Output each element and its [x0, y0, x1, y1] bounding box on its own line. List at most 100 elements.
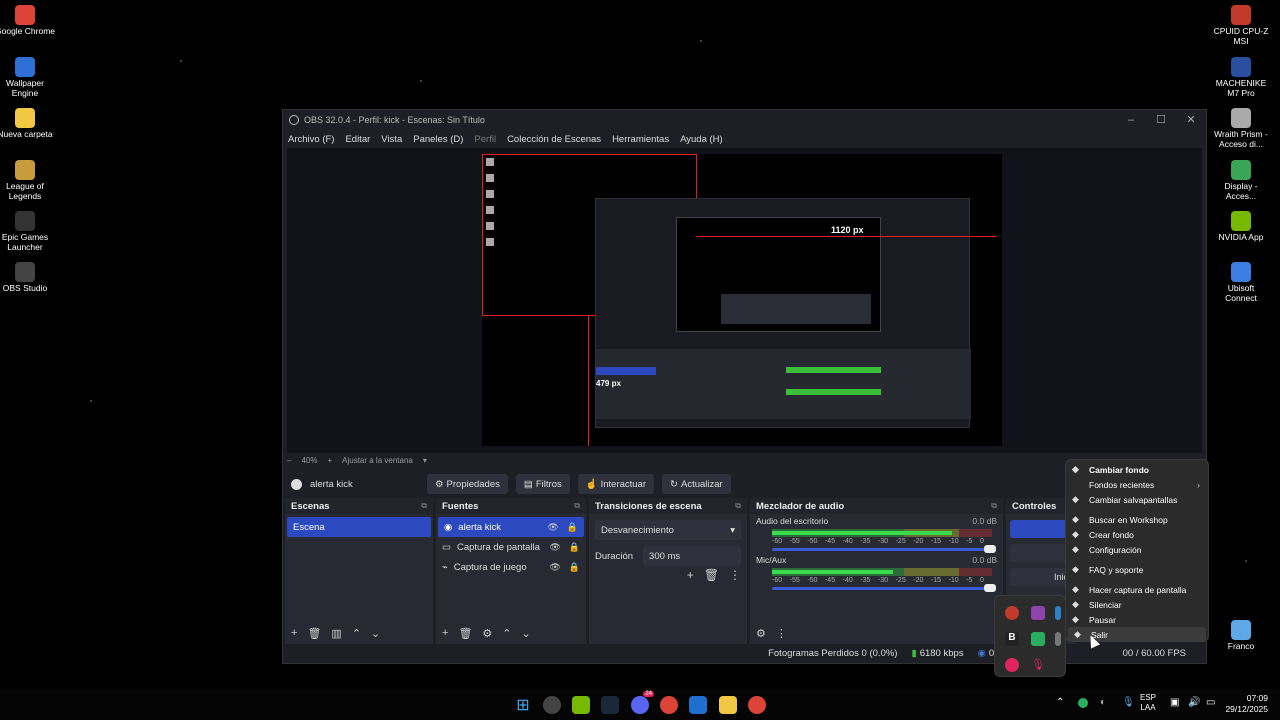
context-menu-item[interactable]: ◆ Silenciar: [1066, 597, 1208, 612]
add-icon[interactable]: +: [687, 568, 694, 582]
popout-icon[interactable]: ⧉: [991, 501, 997, 511]
context-menu-item[interactable]: ◆ Cambiar salvapantallas: [1066, 492, 1208, 507]
volume-icon[interactable]: 🔊: [1188, 697, 1200, 708]
folder-icon[interactable]: [719, 696, 737, 714]
menu-ayuda[interactable]: Ayuda (H): [680, 134, 723, 145]
desktop-shortcut[interactable]: Nueva carpeta: [0, 108, 55, 140]
eye-icon[interactable]: 👁: [547, 522, 558, 533]
volume-slider[interactable]: [772, 584, 996, 592]
context-menu-item[interactable]: ◆ Hacer captura de pantalla: [1066, 582, 1208, 597]
chrome-icon[interactable]: [748, 696, 766, 714]
tray-app-icon[interactable]: [1055, 632, 1061, 646]
desktop-shortcut[interactable]: League of Legends: [0, 160, 55, 202]
trash-icon[interactable]: 🗑: [704, 568, 719, 582]
obs-taskbar-icon[interactable]: [543, 696, 561, 714]
menu-herramientas[interactable]: Herramientas: [612, 134, 669, 145]
desktop-shortcut[interactable]: Wraith Prism - Acceso di...: [1211, 108, 1271, 150]
source-item[interactable]: ◉ alerta kick 👁 🔒: [438, 517, 584, 537]
battery-icon[interactable]: ▭: [1206, 697, 1215, 708]
desktop-shortcut[interactable]: Ubisoft Connect: [1211, 262, 1271, 304]
context-menu-item[interactable]: Fondos recientes ›: [1066, 477, 1208, 492]
virtual-camera-button[interactable]: Inic: [1010, 568, 1072, 586]
app-taskbar-icon[interactable]: [689, 696, 707, 714]
chevron-up-icon[interactable]: ⌃: [1056, 697, 1064, 708]
network-icon[interactable]: ▣: [1170, 697, 1179, 708]
context-menu-item[interactable]: ◆ Cambiar fondo: [1066, 462, 1208, 477]
minimize-icon[interactable]: –: [1116, 110, 1146, 130]
desktop-shortcut[interactable]: Franco: [1211, 620, 1271, 652]
menu-paneles[interactable]: Paneles (D): [413, 134, 463, 145]
popout-icon[interactable]: ⧉: [735, 501, 741, 511]
desktop-shortcut[interactable]: CPUID CPU-Z MSI: [1211, 5, 1271, 47]
scene-item[interactable]: Escena: [287, 517, 431, 537]
menu-coleccion[interactable]: Colección de Escenas: [507, 134, 601, 145]
tray-status-icon[interactable]: [1078, 698, 1088, 708]
lock-icon[interactable]: 🔒: [569, 542, 580, 553]
nvidia-taskbar-icon[interactable]: [572, 696, 590, 714]
start-streaming-button[interactable]: [1010, 520, 1072, 538]
microphone-icon[interactable]: 🎙: [1122, 697, 1135, 708]
windows-start-icon[interactable]: ⊞: [514, 696, 532, 714]
add-icon[interactable]: +: [291, 627, 297, 639]
chevron-down-icon[interactable]: ▾: [423, 456, 427, 465]
duration-input[interactable]: 300 ms: [643, 546, 741, 566]
eye-icon[interactable]: 👁: [549, 542, 560, 553]
preview-area[interactable]: 1120 px 479 px: [287, 148, 1202, 453]
context-menu-item[interactable]: ◆ Buscar en Workshop: [1066, 512, 1208, 527]
gear-icon[interactable]: ⚙: [482, 627, 492, 640]
preview-canvas[interactable]: 1120 px 479 px: [482, 154, 1002, 446]
close-icon[interactable]: ✕: [1176, 110, 1206, 130]
popout-icon[interactable]: ⧉: [574, 501, 580, 511]
more-icon[interactable]: ⋮: [729, 568, 741, 582]
down-icon[interactable]: ⌄: [522, 627, 531, 640]
start-recording-button[interactable]: [1010, 544, 1072, 562]
chrome-icon[interactable]: [660, 696, 678, 714]
filters-button[interactable]: ▤ Filtros: [515, 474, 570, 494]
source-item[interactable]: ▭ Captura de pantalla 👁 🔒: [436, 537, 586, 557]
menu-vista[interactable]: Vista: [381, 134, 402, 145]
language-indicator[interactable]: ESP LAA: [1140, 693, 1156, 714]
context-menu-item[interactable]: ◆ Crear fondo: [1066, 527, 1208, 542]
menu-perfil[interactable]: Perfil: [474, 134, 496, 145]
zoom-in-button[interactable]: +: [327, 456, 332, 465]
discord-icon[interactable]: 24: [631, 691, 654, 714]
maximize-icon[interactable]: ☐: [1146, 110, 1176, 130]
record-icon[interactable]: [1005, 658, 1019, 672]
desktop-shortcut[interactable]: OBS Studio: [0, 262, 55, 294]
eye-icon[interactable]: 👁: [549, 562, 560, 573]
context-menu-item[interactable]: ◆ FAQ y soporte: [1066, 562, 1208, 577]
up-icon[interactable]: ⌃: [352, 627, 361, 640]
volume-slider[interactable]: [772, 545, 996, 553]
more-icon[interactable]: ⋮: [776, 627, 787, 640]
lock-icon[interactable]: 🔒: [567, 522, 578, 533]
source-item[interactable]: ⌁ Captura de juego 👁 🔒: [436, 557, 586, 577]
desktop-shortcut[interactable]: MACHENIKE M7 Pro: [1211, 57, 1271, 99]
trash-icon[interactable]: 🗑: [458, 627, 472, 640]
obs-titlebar[interactable]: OBS 32.0.4 - Perfil: kick - Escenas: Sin…: [283, 110, 1206, 130]
desktop-shortcut[interactable]: Display - Acces...: [1211, 160, 1271, 202]
tray-app-icon[interactable]: [1031, 632, 1045, 646]
gear-icon[interactable]: ⚙: [756, 627, 766, 640]
trash-icon[interactable]: 🗑: [307, 627, 321, 640]
tray-app-icon[interactable]: [1055, 606, 1061, 620]
filter-icon[interactable]: ▥: [331, 627, 341, 640]
steam-icon[interactable]: [601, 696, 619, 714]
transition-select[interactable]: Desvanecimiento ▾: [595, 520, 741, 540]
add-icon[interactable]: +: [442, 627, 448, 639]
zoom-out-button[interactable]: –: [287, 456, 291, 465]
microphone-icon[interactable]: 🎙: [1031, 658, 1045, 672]
down-icon[interactable]: ⌄: [371, 627, 380, 640]
context-menu-item[interactable]: ◆ Pausar: [1066, 612, 1208, 627]
menu-editar[interactable]: Editar: [345, 134, 370, 145]
desktop-shortcut[interactable]: NVIDIA App: [1211, 211, 1271, 243]
refresh-button[interactable]: ↻ Actualizar: [662, 474, 731, 494]
up-icon[interactable]: ⌃: [502, 627, 511, 640]
lock-icon[interactable]: 🔒: [569, 562, 580, 573]
zoom-fit[interactable]: Ajustar a la ventana: [342, 456, 413, 465]
desktop-shortcut[interactable]: Google Chrome: [0, 5, 55, 37]
popout-icon[interactable]: ⧉: [421, 501, 427, 511]
interact-button[interactable]: ☝ Interactuar: [577, 474, 655, 494]
desktop-shortcut[interactable]: Epic Games Launcher: [0, 211, 55, 253]
menu-archivo[interactable]: Archivo (F): [288, 134, 334, 145]
clock[interactable]: 07:09 29/12/2025: [1225, 693, 1268, 715]
